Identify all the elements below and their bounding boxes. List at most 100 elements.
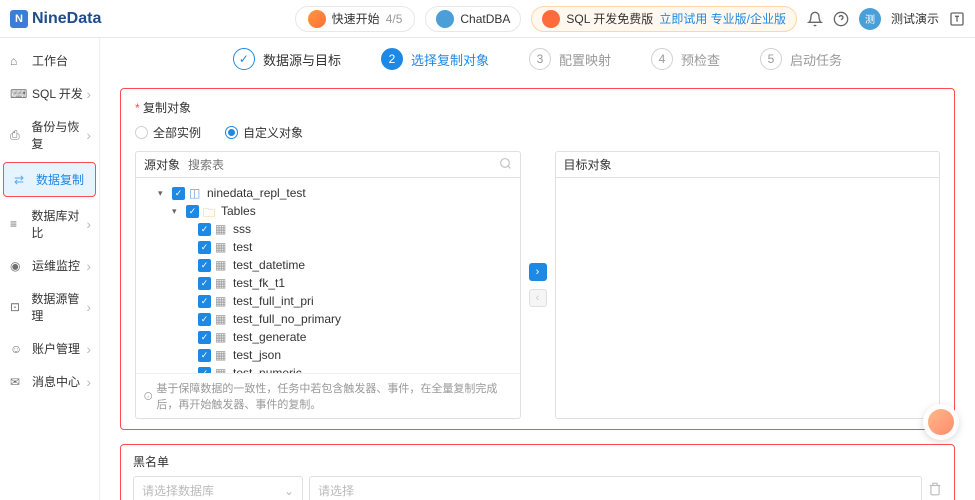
sidebar-item-4[interactable]: ≡ 数据库对比 — [0, 199, 99, 249]
blacklist-title: 黑名单 — [133, 453, 942, 470]
caret-icon[interactable]: ▾ — [172, 206, 182, 217]
tree-row[interactable]: ✓ ▦ test_datetime — [144, 256, 512, 274]
table-icon: ▦ — [215, 258, 229, 272]
tree-footer-note: 基于保障数据的一致性，任务中若包含触发器、事件，在全量复制完成后，再开始触发器、… — [136, 373, 520, 418]
step-4[interactable]: 4 预检查 — [651, 48, 720, 70]
language-icon[interactable] — [949, 11, 965, 27]
sidebar-item-8[interactable]: ✉ 消息中心 — [0, 365, 99, 398]
tree-row[interactable]: ✓ ▦ test — [144, 238, 512, 256]
step-label: 启动任务 — [790, 50, 842, 69]
radio-label: 自定义对象 — [243, 124, 303, 141]
sidebar-item-label: 数据复制 — [36, 171, 84, 188]
sidebar-item-label: 备份与恢复 — [31, 118, 89, 152]
select-object[interactable]: 请选择 — [309, 476, 922, 500]
table-icon: ▦ — [215, 312, 229, 326]
target-header: 目标对象 — [556, 152, 940, 178]
step-label: 数据源与目标 — [263, 50, 341, 69]
avatar[interactable]: 测 — [859, 8, 881, 30]
table-icon: ▦ — [215, 330, 229, 344]
tree-row[interactable]: ✓ ▦ test_json — [144, 346, 512, 364]
radio-icon — [225, 126, 238, 139]
checkbox[interactable]: ✓ — [198, 349, 211, 362]
radio-icon — [135, 126, 148, 139]
checkbox[interactable]: ✓ — [198, 331, 211, 344]
checkbox[interactable]: ✓ — [186, 205, 199, 218]
user-name[interactable]: 测试演示 — [891, 10, 939, 27]
select-database[interactable]: 请选择数据库 ⌄ — [133, 476, 303, 500]
checkbox[interactable]: ✓ — [198, 295, 211, 308]
step-✓[interactable]: ✓数据源与目标 — [233, 48, 341, 70]
logo[interactable]: N NineData — [10, 10, 101, 28]
quick-start-button[interactable]: 快速开始 4/5 — [295, 6, 416, 32]
step-num: 4 — [651, 48, 673, 70]
quick-start-label: 快速开始 — [332, 10, 380, 27]
tree-row[interactable]: ▾ ✓ 🗀 Tables — [144, 202, 512, 220]
sidebar-item-label: 账户管理 — [32, 340, 80, 357]
tree-row[interactable]: ✓ ▦ test_full_int_pri — [144, 292, 512, 310]
info-icon — [144, 390, 152, 402]
table-icon: ▦ — [215, 366, 229, 373]
tree-row[interactable]: ✓ ▦ test_numeric — [144, 364, 512, 373]
tree-row[interactable]: ▾ ✓ ◫ ninedata_repl_test — [144, 184, 512, 202]
transfer: 源对象 ▾ ✓ ◫ ninedata_repl_test ▾ ✓ 🗀 Table… — [135, 151, 940, 419]
sidebar-icon: ⌨ — [10, 87, 24, 101]
checkbox[interactable]: ✓ — [198, 313, 211, 326]
sidebar-item-1[interactable]: ⌨ SQL 开发 — [0, 77, 99, 110]
sidebar-item-2[interactable]: ⎙备份与恢复 — [0, 110, 99, 160]
checkbox[interactable]: ✓ — [198, 277, 211, 290]
sidebar-item-0[interactable]: ⌂工作台 — [0, 44, 99, 77]
step-label: 预检查 — [681, 50, 720, 69]
chatdba-button[interactable]: ChatDBA — [425, 6, 521, 32]
logo-text: NineData — [32, 10, 101, 28]
sidebar-item-label: 运维监控 — [32, 257, 80, 274]
tree-row[interactable]: ✓ ▦ test_fk_t1 — [144, 274, 512, 292]
sidebar-item-3[interactable]: ⇄数据复制 — [3, 162, 96, 197]
sidebar-item-6[interactable]: ⊡数据源管理 — [0, 282, 99, 332]
chatdba-icon — [436, 10, 454, 28]
help-avatar-icon — [928, 409, 954, 435]
tree-row[interactable]: ✓ ▦ sss — [144, 220, 512, 238]
blacklist-row: 请选择数据库 ⌄ 请选择 — [133, 476, 942, 500]
checkbox[interactable]: ✓ — [198, 223, 211, 236]
bell-icon[interactable] — [807, 11, 823, 27]
sidebar-item-label: SQL 开发 — [32, 85, 83, 102]
target-panel: 目标对象 — [555, 151, 941, 419]
transfer-right-button[interactable]: › — [529, 263, 547, 281]
sql-badge-icon — [542, 10, 560, 28]
sidebar-item-5[interactable]: ◉运维监控 — [0, 249, 99, 282]
section-title: 复制对象 — [135, 99, 940, 116]
step-2[interactable]: 2选择复制对象 — [381, 48, 489, 70]
blacklist-section: 黑名单 请选择数据库 ⌄ 请选择 + 添加 — [120, 444, 955, 500]
radio-custom-objects[interactable]: 自定义对象 — [225, 124, 303, 141]
tree-label: ninedata_repl_test — [207, 186, 306, 200]
sidebar-item-label: 数据源管理 — [31, 290, 89, 324]
checkbox[interactable]: ✓ — [198, 259, 211, 272]
trial-link[interactable]: 立即试用 专业版/企业版 — [659, 10, 786, 27]
table-icon: ▦ — [215, 348, 229, 362]
table-icon: ▦ — [215, 240, 229, 254]
step-5[interactable]: 5启动任务 — [760, 48, 842, 70]
sidebar-icon: ≡ — [10, 217, 23, 231]
delete-icon[interactable] — [928, 482, 942, 499]
caret-icon[interactable]: ▾ — [158, 188, 168, 199]
transfer-left-button[interactable]: ‹ — [529, 289, 547, 307]
checkbox[interactable]: ✓ — [198, 241, 211, 254]
sidebar-item-7[interactable]: ☺账户管理 — [0, 332, 99, 365]
sidebar-icon: ✉ — [10, 375, 24, 389]
search-input[interactable] — [188, 158, 490, 172]
tree-label: test_json — [233, 348, 281, 362]
help-icon[interactable] — [833, 11, 849, 27]
tree-row[interactable]: ✓ ▦ test_full_no_primary — [144, 310, 512, 328]
step-3[interactable]: 3配置映射 — [529, 48, 611, 70]
tree-row[interactable]: ✓ ▦ test_generate — [144, 328, 512, 346]
table-icon: ▦ — [215, 222, 229, 236]
search-icon[interactable] — [499, 157, 512, 173]
sql-version-badge[interactable]: SQL 开发免费版 立即试用 专业版/企业版 — [531, 6, 797, 32]
folder-icon: 🗀 — [203, 204, 217, 218]
sidebar-item-label: 数据库对比 — [31, 207, 89, 241]
radio-all-instances[interactable]: 全部实例 — [135, 124, 201, 141]
float-help-button[interactable] — [923, 404, 959, 440]
sidebar-item-label: 消息中心 — [32, 373, 80, 390]
chatdba-label: ChatDBA — [460, 12, 510, 26]
checkbox[interactable]: ✓ — [172, 187, 185, 200]
